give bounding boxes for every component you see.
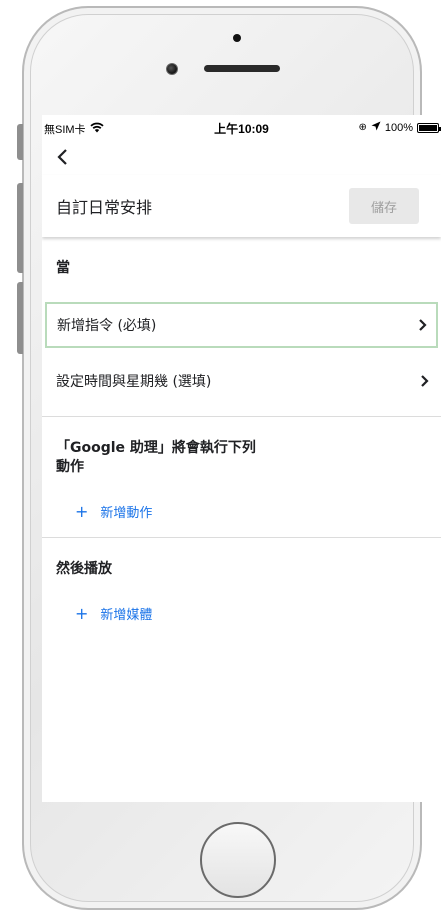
back-button[interactable]: [42, 139, 441, 175]
actions-section-label: 「Google 助理」將會執行下列動作: [42, 417, 282, 477]
screen: 無SIM卡 上午10:09 ⊕ 100% 自訂日常安排 儲存 當 新增指令 (必…: [42, 115, 441, 802]
plus-icon: +: [75, 502, 89, 522]
add-action-button[interactable]: + 新增動作: [42, 497, 441, 527]
status-right: ⊕ 100%: [358, 121, 441, 134]
actions-section-text: 「Google 助理」將會執行下列動作: [56, 439, 256, 475]
front-camera: [166, 63, 178, 75]
add-command-row[interactable]: 新增指令 (必填): [45, 301, 438, 348]
earpiece-speaker: [204, 65, 280, 72]
when-section-label: 當: [56, 260, 70, 276]
battery-icon: [417, 122, 441, 133]
add-media-button[interactable]: + 新增媒體: [42, 599, 441, 629]
set-time-label: 設定時間與星期幾 (選填): [56, 373, 212, 390]
home-button[interactable]: [200, 822, 276, 898]
add-action-label: 新增動作: [100, 506, 153, 522]
volume-down-button: [17, 282, 23, 354]
add-command-label: 新增指令 (必填): [57, 317, 157, 334]
battery-percent: 100%: [384, 121, 413, 134]
location-arrow-icon: [371, 121, 381, 134]
chevron-right-icon: [421, 375, 429, 387]
add-media-label: 新增媒體: [100, 608, 153, 624]
plus-icon: +: [75, 604, 89, 624]
mute-switch: [17, 124, 23, 160]
media-section-label: 然後播放: [56, 560, 112, 577]
set-time-row[interactable]: 設定時間與星期幾 (選填): [42, 358, 441, 404]
status-bar: 無SIM卡 上午10:09 ⊕ 100%: [42, 115, 441, 139]
chevron-left-icon: [57, 149, 67, 165]
save-button[interactable]: 儲存: [349, 188, 419, 224]
page-title: 自訂日常安排: [56, 198, 153, 217]
volume-up-button: [17, 183, 23, 273]
proximity-sensor: [233, 34, 241, 42]
orientation-lock-icon: ⊕: [358, 122, 367, 133]
chevron-right-icon: [419, 319, 427, 331]
title-bar: 自訂日常安排 儲存: [42, 175, 441, 237]
